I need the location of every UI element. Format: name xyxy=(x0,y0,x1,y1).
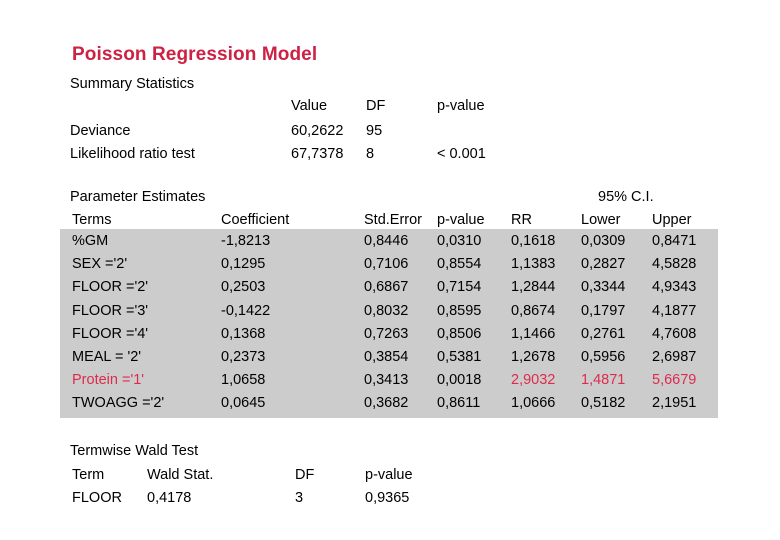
estimates-row-upper: 2,6987 xyxy=(652,349,697,365)
estimates-row-term: FLOOR ='4' xyxy=(72,325,149,342)
estimates-row-term: FLOOR ='3' xyxy=(72,302,149,319)
estimates-row-coefficient: 0,1368 xyxy=(221,325,266,342)
wald-header-stat: Wald Stat. xyxy=(147,467,214,483)
estimates-row-coefficient: 0,0645 xyxy=(221,395,266,412)
summary-row-label: Deviance xyxy=(70,123,131,139)
statistical-output-page: Poisson Regression Model Summary Statist… xyxy=(0,0,780,540)
estimates-header-terms: Terms xyxy=(72,212,112,228)
estimates-row-pvalue: 0,8554 xyxy=(437,256,482,273)
parameter-estimates-caption: Parameter Estimates xyxy=(70,189,206,205)
estimates-row-pvalue: 0,8506 xyxy=(437,325,482,342)
estimates-row-term: Protein ='1' xyxy=(72,372,145,389)
estimates-row-lower: 0,1797 xyxy=(581,302,626,319)
estimates-header-rr: RR xyxy=(511,212,532,228)
estimates-row-rr: 1,0666 xyxy=(511,395,556,412)
estimates-row-coefficient: 1,0658 xyxy=(221,372,266,389)
estimates-row-upper: 4,5828 xyxy=(652,256,697,273)
estimates-row-std-error: 0,7263 xyxy=(364,325,409,342)
estimates-row-pvalue: 0,8611 xyxy=(437,395,481,412)
estimates-row-upper: 4,7608 xyxy=(652,325,697,342)
wald-header-term: Term xyxy=(72,467,105,483)
estimates-row-rr: 0,8674 xyxy=(511,302,556,319)
estimates-row-std-error: 0,3682 xyxy=(364,395,409,412)
estimates-row-term: FLOOR ='2' xyxy=(72,279,149,296)
estimates-row-upper: 4,9343 xyxy=(652,279,697,296)
summary-row-df: 95 xyxy=(366,123,383,139)
wald-row-stat: 0,4178 xyxy=(147,490,192,506)
estimates-row-lower: 0,3344 xyxy=(581,279,626,296)
estimates-row-rr: 2,9032 xyxy=(511,372,556,389)
summary-row-value: 60,2622 xyxy=(291,123,344,139)
wald-row-df: 3 xyxy=(295,490,304,506)
estimates-row-term: SEX ='2' xyxy=(72,256,128,273)
estimates-row-rr: 1,1466 xyxy=(511,325,556,342)
wald-header-pvalue: p-value xyxy=(365,467,413,483)
wald-header-df: DF xyxy=(295,467,315,483)
estimates-row-pvalue: 0,7154 xyxy=(437,279,482,296)
estimates-row-std-error: 0,7106 xyxy=(364,256,409,273)
estimates-row-pvalue: 0,0018 xyxy=(437,372,482,389)
summary-row-label: Likelihood ratio test xyxy=(70,146,195,162)
estimates-row-coefficient: -0,1422 xyxy=(221,302,271,319)
estimates-row-pvalue: 0,8595 xyxy=(437,302,482,319)
summary-row-df: 8 xyxy=(366,146,375,162)
estimates-header-pvalue: p-value xyxy=(437,212,485,228)
estimates-row-lower: 0,5182 xyxy=(581,395,626,412)
estimates-header-lower: Lower xyxy=(581,212,621,228)
estimates-row-upper: 5,6679 xyxy=(652,372,697,389)
estimates-row-pvalue: 0,5381 xyxy=(437,349,482,365)
estimates-row-pvalue: 0,0310 xyxy=(437,233,482,249)
estimates-row-lower: 1,4871 xyxy=(581,372,626,389)
estimates-row-rr: 0,1618 xyxy=(511,233,556,249)
estimates-row-std-error: 0,3413 xyxy=(364,372,409,389)
estimates-row-coefficient: 0,2503 xyxy=(221,279,266,296)
estimates-row-rr: 1,2844 xyxy=(511,279,556,296)
estimates-row-lower: 0,5956 xyxy=(581,349,626,365)
wald-row-pvalue: 0,9365 xyxy=(365,490,410,506)
estimates-header-upper: Upper xyxy=(652,212,692,228)
estimates-row-rr: 1,1383 xyxy=(511,256,556,273)
estimates-row-rr: 1,2678 xyxy=(511,349,556,365)
estimates-row-std-error: 0,6867 xyxy=(364,279,409,296)
estimates-row-coefficient: 0,1295 xyxy=(221,256,266,273)
estimates-row-std-error: 0,8032 xyxy=(364,302,409,319)
estimates-row-term: MEAL = '2' xyxy=(72,349,142,365)
summary-row-pvalue: < 0.001 xyxy=(437,146,486,162)
summary-header-df: DF xyxy=(366,98,386,114)
estimates-row-lower: 0,0309 xyxy=(581,233,626,249)
estimates-row-coefficient: 0,2373 xyxy=(221,349,266,365)
summary-header-value: Value xyxy=(291,98,328,114)
estimates-header-coefficient: Coefficient xyxy=(221,212,290,228)
estimates-row-upper: 0,8471 xyxy=(652,233,697,249)
estimates-row-lower: 0,2827 xyxy=(581,256,626,273)
estimates-header-std-error: Std.Error xyxy=(364,212,423,228)
confidence-interval-caption: 95% C.I. xyxy=(598,189,654,205)
summary-statistics-caption: Summary Statistics xyxy=(70,76,195,92)
estimates-row-term: TWOAGG ='2' xyxy=(72,395,165,412)
estimates-row-upper: 4,1877 xyxy=(652,302,697,319)
wald-row-term: FLOOR xyxy=(72,490,122,506)
termwise-wald-test-caption: Termwise Wald Test xyxy=(70,443,199,459)
summary-row-value: 67,7378 xyxy=(291,146,344,162)
estimates-row-term: %GM xyxy=(72,233,109,249)
estimates-row-std-error: 0,8446 xyxy=(364,233,409,249)
estimates-row-std-error: 0,3854 xyxy=(364,349,409,365)
summary-header-pvalue: p-value xyxy=(437,98,485,114)
page-title: Poisson Regression Model xyxy=(72,44,318,65)
estimates-row-lower: 0,2761 xyxy=(581,325,626,342)
estimates-row-coefficient: -1,8213 xyxy=(221,233,271,249)
estimates-row-upper: 2,1951 xyxy=(652,395,697,412)
